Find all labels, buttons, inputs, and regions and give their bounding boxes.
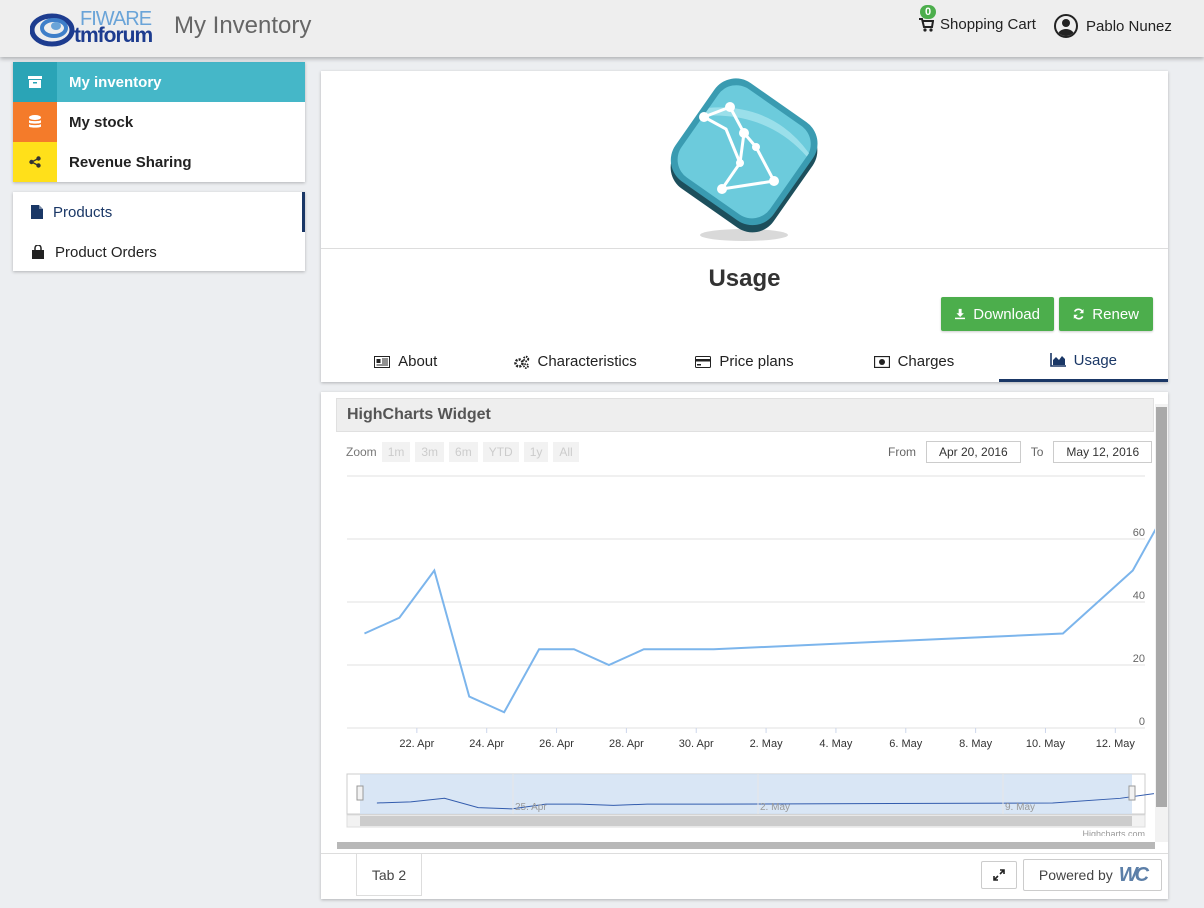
sidebar-item-products[interactable]: Products [13, 192, 305, 232]
download-label: Download [973, 305, 1040, 323]
navigator-scrollbar-thumb [360, 816, 1132, 826]
navigator-label: 9. May [1005, 802, 1035, 813]
renew-button[interactable]: Renew [1059, 297, 1153, 331]
sidebar-item-label: Products [53, 203, 113, 221]
sidebar-item-revenue-sharing[interactable]: Revenue Sharing [13, 142, 305, 182]
widget-title-bar[interactable]: HighCharts Widget [336, 398, 1154, 432]
widget-footer: Tab 2 Powered by WC [321, 853, 1168, 899]
fiware-tmforum-logo[interactable]: FIWARE tmforum [30, 8, 166, 48]
user-avatar-icon [1054, 14, 1078, 38]
page-title: My Inventory [174, 12, 312, 39]
x-tick-label: 28. Apr [609, 738, 644, 750]
tab-2[interactable]: Tab 2 [356, 854, 422, 896]
x-tick-label: 30. Apr [679, 738, 714, 750]
chart-area: Zoom 1m 3m 6m YTD 1y All From Apr 20, 20… [337, 432, 1155, 836]
sidebar-item-label: Revenue Sharing [69, 153, 192, 171]
scrollbar-thumb[interactable] [1156, 407, 1167, 807]
fullscreen-button[interactable] [981, 861, 1017, 889]
y-tick-label: 60 [1133, 527, 1145, 539]
y-tick-label: 20 [1133, 653, 1145, 665]
refresh-icon [1073, 308, 1084, 320]
sidebar-secondary-menu: Products Product Orders [13, 192, 305, 271]
navigator-right-handle [1128, 785, 1136, 801]
tab-usage[interactable]: Usage [998, 341, 1169, 382]
tab-price-plans[interactable]: Price plans [660, 341, 829, 382]
sidebar-primary-menu: My inventory My stock Revenue Sharing [13, 62, 305, 182]
widget-title: HighCharts Widget [347, 406, 491, 423]
tab-charges[interactable]: Charges [829, 341, 998, 382]
navigator-left-handle [356, 785, 364, 801]
product-title: Usage [708, 265, 781, 292]
sidebar-item-my-inventory[interactable]: My inventory [13, 62, 305, 102]
tab-about[interactable]: About [321, 341, 490, 382]
x-tick-label: 2. May [750, 738, 784, 750]
download-button[interactable]: Download [941, 297, 1054, 331]
credit-card-icon [695, 355, 712, 368]
shopping-bag-icon [32, 245, 44, 259]
user-name: Pablo Nunez [1086, 17, 1172, 35]
navigator-label: 2. May [760, 802, 790, 813]
cart-label: Shopping Cart [940, 16, 1036, 33]
navigator-label: 25. Apr [515, 802, 547, 813]
area-chart-icon [1049, 353, 1066, 367]
product-card: Usage Download Renew About Characteristi… [321, 71, 1169, 382]
archive-icon [13, 62, 57, 102]
x-tick-label: 10. May [1026, 738, 1066, 750]
product-logo-image [670, 78, 818, 241]
powered-by-badge[interactable]: Powered by WC [1023, 859, 1162, 891]
share-icon [13, 142, 57, 182]
wirecloud-logo: WC [1118, 863, 1149, 886]
database-icon [13, 102, 57, 142]
sidebar-item-product-orders[interactable]: Product Orders [13, 232, 305, 272]
expand-icon [993, 869, 1005, 881]
y-tick-label: 0 [1139, 716, 1145, 728]
x-tick-label: 4. May [819, 738, 853, 750]
sidebar-item-label: My inventory [69, 73, 162, 91]
renew-label: Renew [1092, 305, 1139, 323]
powered-by-label: Powered by [1038, 867, 1113, 883]
sidebar-item-label: My stock [69, 113, 134, 131]
series-line [364, 528, 1155, 714]
x-tick-label: 24. Apr [469, 738, 504, 750]
x-tick-label: 22. Apr [399, 738, 434, 750]
highcharts-credits: Highcharts.com [1082, 829, 1145, 836]
user-menu[interactable]: Pablo Nunez [1054, 14, 1172, 38]
tab-label: Price plans [719, 353, 794, 370]
x-tick-label: 8. May [959, 738, 993, 750]
tab-label: About [398, 353, 438, 370]
logo-bottom-text: tmforum [74, 24, 153, 47]
product-image-area [321, 71, 1168, 249]
x-tick-label: 12. May [1096, 738, 1136, 750]
product-tabs: About Characteristics Price plans Charge… [321, 341, 1169, 382]
usage-line-chart: 0 20 40 60 22. Apr 24. Apr 26. Apr 28. Apr 30. A… [346, 475, 1155, 836]
swirl-logo-icon [30, 13, 75, 47]
newspaper-icon [374, 355, 391, 368]
tab-label: Usage [1073, 351, 1117, 369]
cart-count-badge: 0 [920, 5, 937, 19]
tab-label: Characteristics [537, 353, 637, 370]
tab-characteristics[interactable]: Characteristics [490, 341, 659, 382]
file-icon [31, 205, 43, 219]
top-bar: FIWARE tmforum My Inventory 0 Shopping C… [0, 0, 1204, 57]
sidebar-item-my-stock[interactable]: My stock [13, 102, 305, 142]
cogs-icon [513, 355, 529, 369]
sidebar-item-label: Product Orders [55, 243, 157, 261]
download-icon [955, 308, 966, 320]
y-tick-label: 40 [1133, 590, 1145, 602]
widget-panel: HighCharts Widget Zoom 1m 3m 6m YTD 1y A… [321, 392, 1168, 899]
x-tick-label: 6. May [889, 738, 923, 750]
vertical-scrollbar[interactable] [1155, 404, 1168, 842]
shopping-cart-link[interactable]: 0 Shopping Cart [918, 5, 1036, 33]
money-icon [873, 355, 890, 368]
x-tick-label: 26. Apr [539, 738, 574, 750]
horizontal-scrollbar[interactable] [337, 842, 1155, 849]
tab-label: Charges [897, 353, 955, 370]
